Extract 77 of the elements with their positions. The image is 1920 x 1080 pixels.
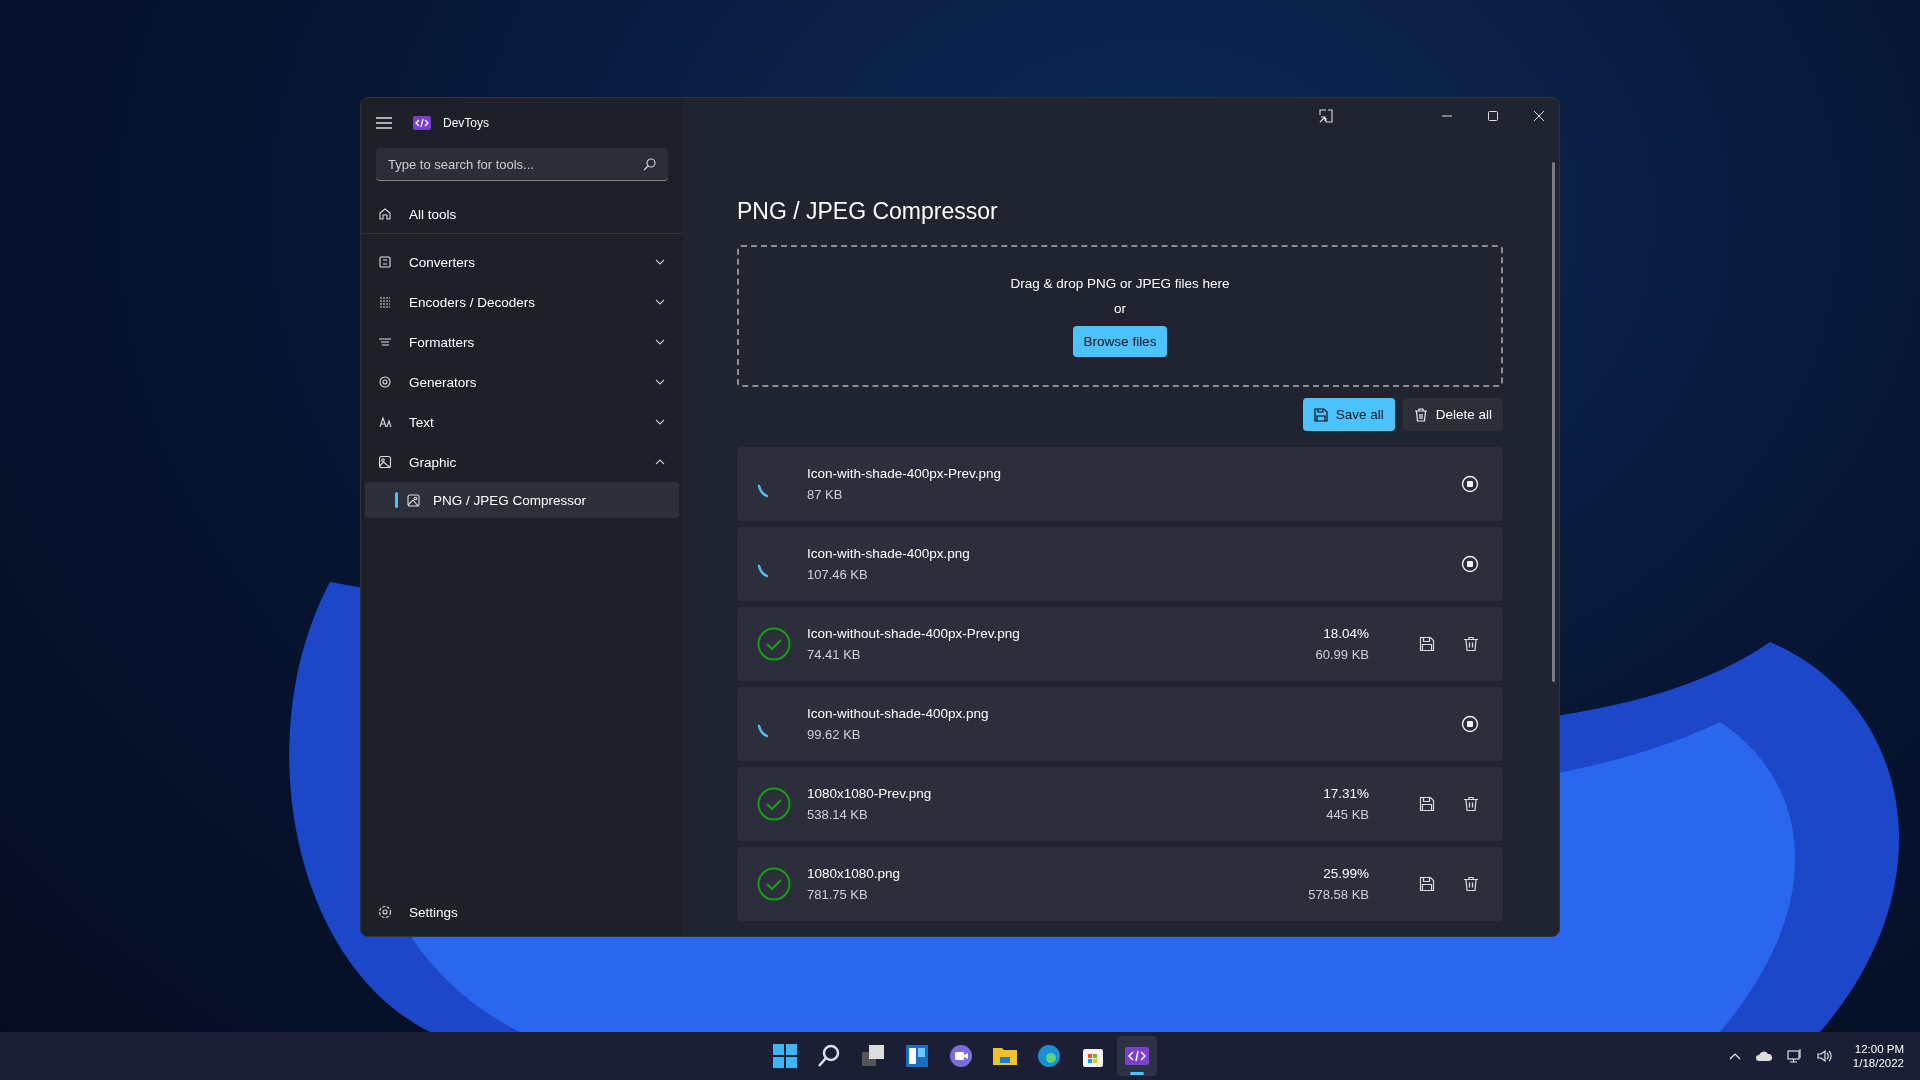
checkmark-circle-icon — [757, 627, 791, 661]
search-field[interactable]: Type to search for tools... — [386, 155, 643, 173]
compact-overlay-icon[interactable] — [1319, 109, 1333, 123]
settings-item[interactable]: Settings — [361, 892, 683, 932]
progress-spinner-icon — [757, 564, 769, 578]
binary-icon — [378, 295, 392, 309]
drop-instruction: Drag & drop PNG or JPEG files here — [1010, 275, 1230, 291]
file-size: 107.46 KB — [807, 567, 869, 582]
clock-date[interactable]: 1/18/2022 — [1852, 1057, 1904, 1069]
image-icon — [378, 455, 392, 469]
cloud-icon[interactable] — [1754, 1050, 1773, 1062]
file-size: 99.62 KB — [807, 727, 862, 742]
file-name: Icon-with-shade-400px.png — [807, 546, 971, 561]
file-name: Icon-without-shade-400px.png — [807, 706, 990, 721]
nav-item[interactable]: Generators — [361, 362, 683, 402]
nav-subitem[interactable]: PNG / JPEG Compressor — [365, 482, 679, 518]
file-size: 781.75 KB — [807, 887, 869, 902]
save-icon[interactable] — [1419, 796, 1435, 812]
clock-time[interactable]: 12:00 PM — [1854, 1043, 1904, 1055]
close-icon[interactable] — [1533, 110, 1545, 122]
home-icon — [378, 207, 392, 221]
search-box[interactable]: Type to search for tools... — [376, 148, 668, 181]
delete-icon[interactable] — [1463, 796, 1479, 812]
or-label: or — [1114, 300, 1126, 316]
page-title: PNG / JPEG Compressor — [737, 198, 999, 225]
drop-zone[interactable]: Drag & drop PNG or JPEG files here or Browse files — [737, 245, 1503, 387]
file-name: Icon-without-shade-400px-Prev.png — [807, 626, 1021, 641]
file-name: 1080x1080.png — [807, 866, 902, 881]
chevron-up-icon[interactable] — [1728, 1052, 1741, 1060]
compressed-size: 60.99 KB — [1315, 647, 1369, 662]
delete-icon[interactable] — [1463, 876, 1479, 892]
compression-ratio: 25.99% — [1323, 866, 1369, 881]
scrollbar[interactable] — [1552, 162, 1555, 682]
browse-files-button[interactable]: Browse files — [1072, 325, 1168, 357]
file-name: Icon-with-shade-400px-Prev.png — [807, 466, 1003, 481]
window-title: DevToys — [443, 116, 489, 130]
trash-icon — [1413, 407, 1428, 422]
stop-icon[interactable] — [1461, 475, 1479, 493]
file-size: 538.14 KB — [807, 807, 869, 822]
image-icon — [407, 493, 420, 507]
file-name: 1080x1080-Prev.png — [807, 786, 933, 801]
compression-ratio: 18.04% — [1323, 626, 1369, 641]
nav-item[interactable]: Formatters — [361, 322, 683, 362]
search-icon — [643, 157, 656, 171]
checkmark-circle-icon — [757, 787, 791, 821]
nav-item[interactable]: Converters — [361, 242, 683, 282]
text-icon — [378, 415, 392, 429]
save-icon[interactable] — [1419, 876, 1435, 892]
file-size: 74.41 KB — [807, 647, 862, 662]
menu-icon[interactable] — [376, 117, 392, 129]
gear-icon — [378, 375, 392, 389]
progress-spinner-icon — [757, 724, 769, 738]
nav-item[interactable]: Text — [361, 402, 683, 442]
checkmark-circle-icon — [757, 867, 791, 901]
save-icon — [1313, 407, 1328, 422]
nav-item[interactable]: Encoders / Decoders — [361, 282, 683, 322]
code-logo-icon — [413, 116, 431, 130]
maximize-icon[interactable] — [1487, 110, 1499, 122]
volume-icon[interactable] — [1816, 1049, 1833, 1063]
delete-icon[interactable] — [1463, 636, 1479, 652]
all-tools-item[interactable]: All tools — [361, 195, 683, 234]
network-icon[interactable] — [1786, 1048, 1803, 1064]
devtoys-taskbar-icon[interactable] — [1117, 1036, 1157, 1076]
stop-icon[interactable] — [1461, 555, 1479, 573]
file-size: 87 KB — [807, 487, 844, 502]
stop-icon[interactable] — [1461, 715, 1479, 733]
save-all-button[interactable]: Save all — [1302, 398, 1395, 431]
document-icon — [378, 255, 392, 269]
delete-all-button[interactable]: Delete all — [1402, 398, 1503, 431]
compression-ratio: 17.31% — [1323, 786, 1369, 801]
compressed-size: 445 KB — [1326, 807, 1369, 822]
save-icon[interactable] — [1419, 636, 1435, 652]
lines-icon — [378, 335, 392, 349]
settings-icon — [378, 905, 392, 919]
nav-item[interactable]: Graphic — [361, 442, 683, 482]
compressed-size: 578.58 KB — [1308, 887, 1369, 902]
progress-spinner-icon — [757, 484, 769, 498]
